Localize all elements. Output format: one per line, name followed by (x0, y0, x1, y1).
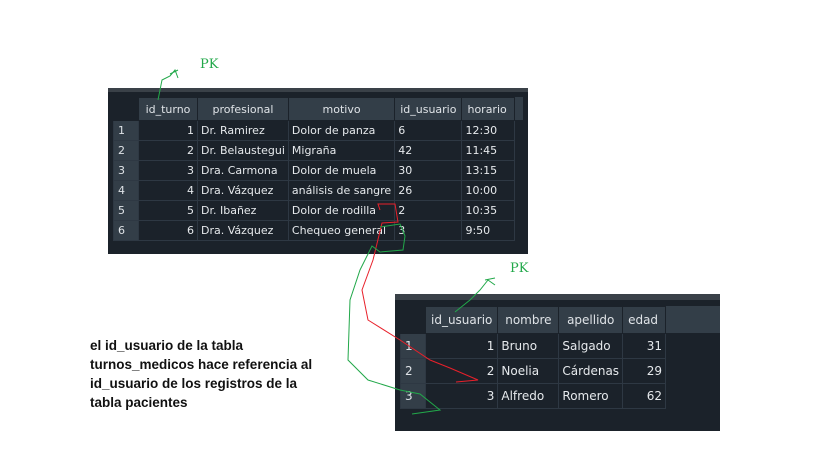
cell-id_turno[interactable]: 4 (138, 180, 198, 201)
column-header[interactable]: id_usuario (424, 306, 499, 334)
cell-profesional[interactable]: Dr. Belaustegui (197, 140, 289, 161)
column-header[interactable]: nombre (497, 306, 560, 334)
column-header[interactable]: apellido (558, 306, 624, 334)
table-row[interactable]: 1 1 Bruno Salgado 31 (400, 333, 667, 359)
cell-apellido[interactable]: Salgado (558, 333, 624, 359)
cell-id_usuario[interactable]: 1 (424, 333, 499, 359)
cell-profesional[interactable]: Dr. Ibañez (197, 200, 289, 221)
column-header[interactable]: edad (622, 306, 667, 334)
cell-motivo[interactable]: Dolor de muela (287, 160, 396, 181)
column-header[interactable]: motivo (287, 97, 396, 121)
cell-id_usuario[interactable]: 26 (394, 180, 463, 201)
cell-edad[interactable]: 62 (622, 383, 667, 409)
corner-cell (400, 306, 426, 334)
row-number: 1 (113, 120, 139, 141)
turnos-medicos-grid: id_turno profesional motivo id_usuario h… (108, 88, 528, 254)
row-number: 6 (113, 220, 139, 241)
cell-id_turno[interactable]: 6 (138, 220, 198, 241)
explanation-note: el id_usuario de la tabla turnos_medicos… (90, 338, 313, 410)
pacientes-table: id_usuario nombre apellido edad 1 1 Bruno S… (400, 306, 667, 409)
column-header[interactable]: id_turno (138, 97, 198, 121)
cell-horario[interactable]: 10:35 (461, 200, 516, 221)
table-row[interactable]: 1 1 Dr. Ramirez Dolor de panza 6 12:30 (113, 120, 516, 141)
cell-nombre[interactable]: Noelia (497, 358, 560, 384)
column-header[interactable]: horario (461, 97, 516, 121)
cell-id_turno[interactable]: 3 (138, 160, 198, 181)
turnos-table: id_turno profesional motivo id_usuario h… (113, 97, 516, 241)
row-number: 4 (113, 180, 139, 201)
table-row[interactable]: 2 2 Dr. Belaustegui Migraña 42 11:45 (113, 140, 516, 161)
cell-id_turno[interactable]: 5 (138, 200, 198, 221)
cell-motivo[interactable]: Migraña (287, 140, 396, 161)
row-number: 1 (400, 333, 426, 359)
cell-profesional[interactable]: Dra. Carmona (197, 160, 289, 181)
column-header[interactable]: profesional (197, 97, 289, 121)
cell-nombre[interactable]: Alfredo (497, 383, 560, 409)
table-row[interactable]: 3 3 Alfredo Romero 62 (400, 383, 667, 409)
cell-id_usuario[interactable]: 3 (424, 383, 499, 409)
cell-id_usuario[interactable]: 2 (394, 200, 463, 221)
cell-edad[interactable]: 31 (622, 333, 667, 359)
cell-motivo[interactable]: Chequeo general (287, 220, 396, 241)
cell-profesional[interactable]: Dr. Ramirez (197, 120, 289, 141)
cell-id_usuario[interactable]: 30 (394, 160, 463, 181)
cell-profesional[interactable]: Dra. Vázquez (197, 180, 289, 201)
cell-horario[interactable]: 10:00 (461, 180, 516, 201)
row-number: 5 (113, 200, 139, 221)
cell-id_usuario[interactable]: 2 (424, 358, 499, 384)
table-row[interactable]: 2 2 Noelia Cárdenas 29 (400, 358, 667, 384)
pk-label-pacientes: PK (510, 261, 529, 276)
cell-id_usuario[interactable]: 3 (394, 220, 463, 241)
row-number: 3 (400, 383, 426, 409)
column-header[interactable]: id_usuario (394, 97, 463, 121)
cell-apellido[interactable]: Cárdenas (558, 358, 624, 384)
cell-motivo[interactable]: análisis de sangre (287, 180, 396, 201)
cell-horario[interactable]: 13:15 (461, 160, 516, 181)
cell-horario[interactable]: 11:45 (461, 140, 516, 161)
table-row[interactable]: 6 6 Dra. Vázquez Chequeo general 3 9:50 (113, 220, 516, 241)
cell-id_turno[interactable]: 2 (138, 140, 198, 161)
row-number: 2 (400, 358, 426, 384)
cell-motivo[interactable]: Dolor de rodilla (287, 200, 396, 221)
cell-id_usuario[interactable]: 42 (394, 140, 463, 161)
row-number: 2 (113, 140, 139, 161)
cell-horario[interactable]: 9:50 (461, 220, 516, 241)
cell-apellido[interactable]: Romero (558, 383, 624, 409)
corner-cell (113, 97, 139, 121)
pacientes-grid: id_usuario nombre apellido edad 1 1 Bruno S… (395, 294, 720, 431)
table-row[interactable]: 3 3 Dra. Carmona Dolor de muela 30 13:15 (113, 160, 516, 181)
cell-edad[interactable]: 29 (622, 358, 667, 384)
cell-id_turno[interactable]: 1 (138, 120, 198, 141)
cell-id_usuario[interactable]: 6 (394, 120, 463, 141)
row-number: 3 (113, 160, 139, 181)
table-row[interactable]: 5 5 Dr. Ibañez Dolor de rodilla 2 10:35 (113, 200, 516, 221)
table-row[interactable]: 4 4 Dra. Vázquez análisis de sangre 26 10:00 (113, 180, 516, 201)
cell-motivo[interactable]: Dolor de panza (287, 120, 396, 141)
cell-profesional[interactable]: Dra. Vázquez (197, 220, 289, 241)
cell-horario[interactable]: 12:30 (461, 120, 516, 141)
cell-nombre[interactable]: Bruno (497, 333, 560, 359)
pk-label-turnos: PK (200, 57, 219, 72)
